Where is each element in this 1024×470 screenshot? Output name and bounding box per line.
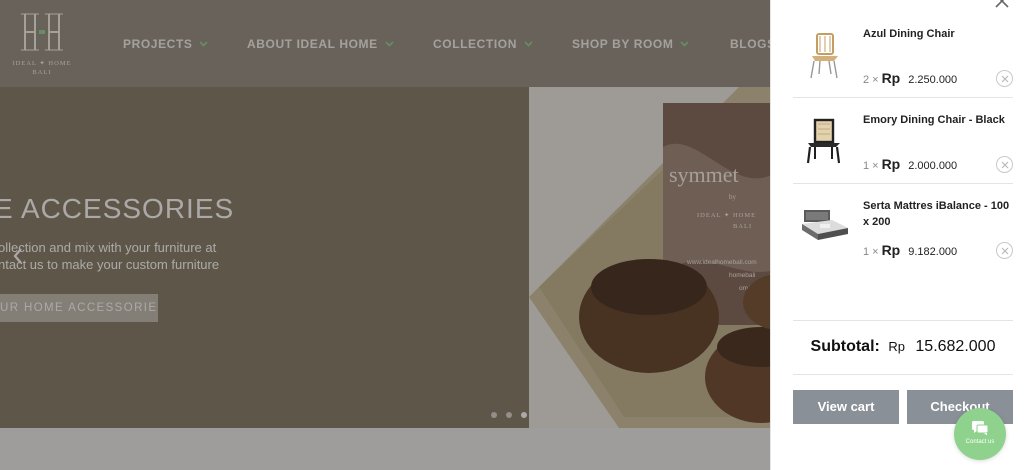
cart-item-quantity: 1 × Rp 2.000.000 xyxy=(863,156,957,172)
divider xyxy=(793,374,1013,375)
cart-item-price: 9.182.000 xyxy=(908,246,958,258)
cart-item-quantity: 2 × Rp 2.250.000 xyxy=(863,70,957,86)
multiply-sign: × xyxy=(872,160,879,172)
cart-item-qty: 1 xyxy=(863,246,870,258)
cart-item-name[interactable]: Serta Mattres iBalance - 100 x 200 xyxy=(863,198,1013,230)
contact-us-button[interactable]: Contact us xyxy=(954,408,1006,460)
currency-symbol: Rp xyxy=(881,156,901,172)
cart-item: Emory Dining Chair - Black 1 × Rp 2.000.… xyxy=(793,98,1013,184)
close-icon xyxy=(1001,247,1008,254)
bed-icon[interactable] xyxy=(798,200,850,252)
view-cart-button[interactable]: View cart xyxy=(793,390,899,424)
cart-item-qty: 2 xyxy=(863,74,870,86)
chat-icon xyxy=(972,421,989,436)
cart-item-name[interactable]: Emory Dining Chair - Black xyxy=(863,112,1013,128)
cart-item-qty: 1 xyxy=(863,160,870,172)
cart-item-price: 2.000.000 xyxy=(908,160,958,172)
cart-item-price: 2.250.000 xyxy=(908,74,958,86)
cart-item-name[interactable]: Azul Dining Chair xyxy=(863,26,1013,42)
cart-item-quantity: 1 × Rp 9.182.000 xyxy=(863,242,957,258)
close-icon[interactable] xyxy=(994,0,1010,11)
close-icon xyxy=(1001,75,1008,82)
multiply-sign: × xyxy=(872,246,879,258)
cart-subtotal: Subtotal: Rp 15.682.000 xyxy=(793,338,1013,356)
remove-item-button[interactable] xyxy=(996,70,1013,87)
cart-item: Serta Mattres iBalance - 100 x 200 1 × R… xyxy=(793,184,1013,270)
overlay-backdrop[interactable] xyxy=(0,0,770,470)
currency-symbol: Rp xyxy=(881,70,901,86)
subtotal-amount: 15.682.000 xyxy=(915,338,996,355)
chair-icon[interactable] xyxy=(798,30,850,82)
currency-symbol: Rp xyxy=(881,242,901,258)
subtotal-currency: Rp xyxy=(888,339,905,354)
remove-item-button[interactable] xyxy=(996,156,1013,173)
mini-cart-drawer: Azul Dining Chair 2 × Rp 2.250.000 Emory… xyxy=(770,0,1024,470)
cart-item: Azul Dining Chair 2 × Rp 2.250.000 xyxy=(793,12,1013,98)
subtotal-label: Subtotal: xyxy=(810,338,880,355)
contact-us-label: Contact us xyxy=(965,439,995,445)
remove-item-button[interactable] xyxy=(996,242,1013,259)
close-icon xyxy=(1001,161,1008,168)
multiply-sign: × xyxy=(872,74,879,86)
divider xyxy=(793,320,1013,321)
chair-icon[interactable] xyxy=(798,116,850,168)
